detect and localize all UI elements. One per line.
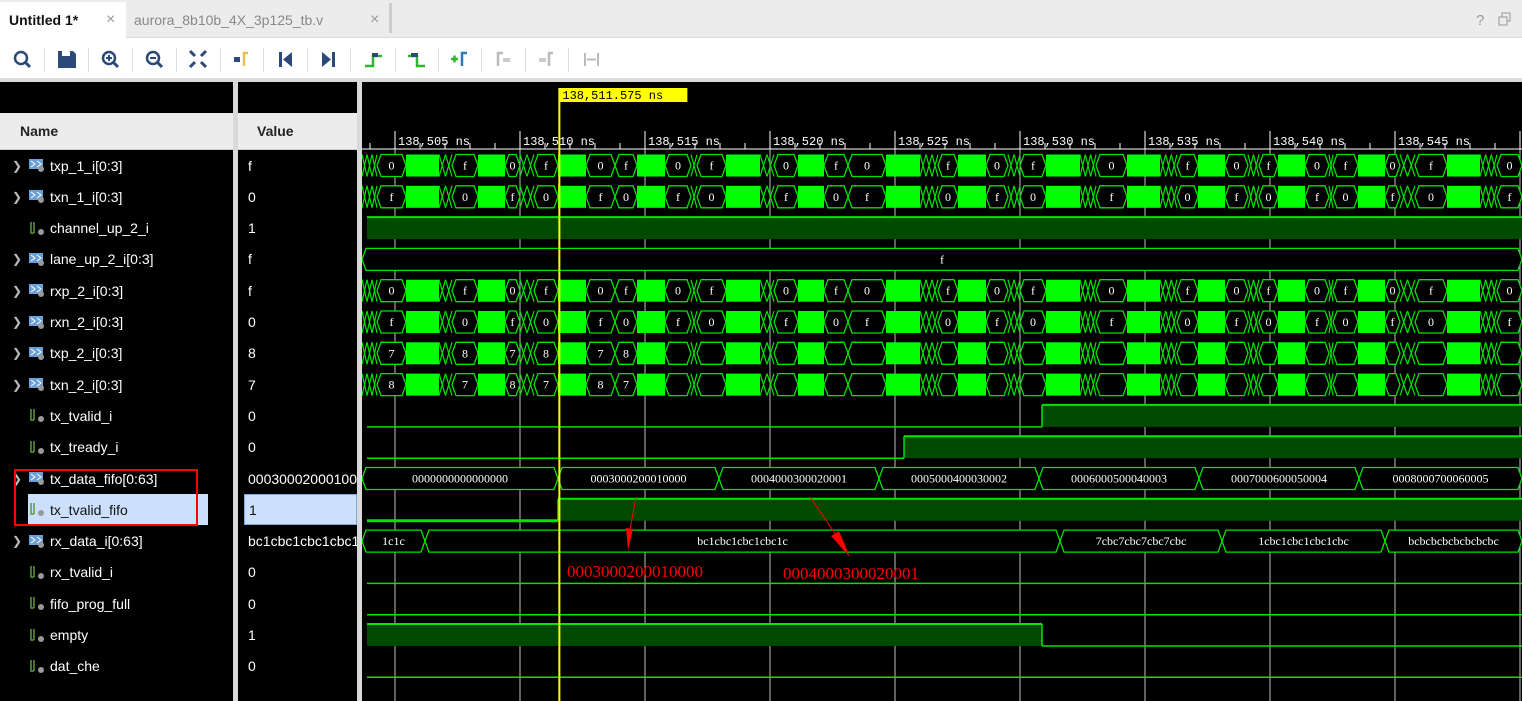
arrow-head [626, 528, 633, 550]
annotation-arrows [626, 496, 850, 557]
arrow-head [831, 531, 850, 557]
